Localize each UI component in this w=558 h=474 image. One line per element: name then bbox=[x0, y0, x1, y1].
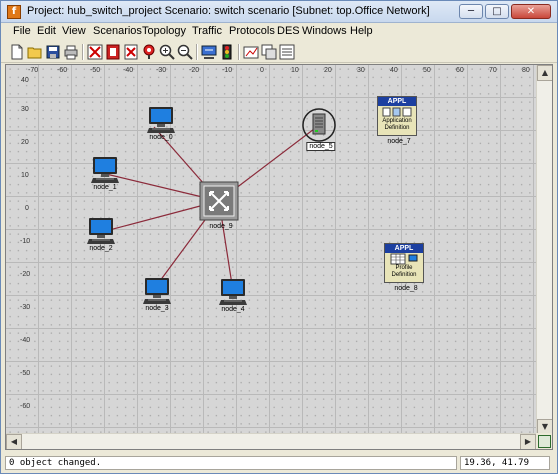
toolbar-separator bbox=[238, 44, 240, 60]
node-label: node_5 bbox=[306, 142, 336, 151]
window-title: Project: hub_switch_project Scenario: sw… bbox=[27, 5, 430, 17]
menu-view[interactable]: View bbox=[62, 25, 86, 37]
status-bar: 0 object changed. 19.36, 41.79 bbox=[1, 453, 557, 473]
app-def-line2: Definition bbox=[384, 125, 410, 131]
toolbar-separator bbox=[196, 44, 198, 60]
workstation-icon bbox=[219, 279, 247, 305]
close-button[interactable]: ✕ bbox=[511, 4, 551, 19]
scroll-left-button[interactable]: ◀ bbox=[6, 434, 22, 449]
run-simulation-icon[interactable] bbox=[201, 44, 217, 60]
workstation-node-0[interactable]: node_0 bbox=[146, 105, 176, 141]
node-label: node_3 bbox=[145, 305, 169, 312]
vertical-scrollbar[interactable]: ▲ ▼ bbox=[536, 65, 552, 435]
zoom-in-icon[interactable] bbox=[159, 44, 175, 60]
opnet-window: f Project: hub_switch_project Scenario: … bbox=[0, 0, 558, 474]
profile-def-line1: Profile bbox=[395, 265, 413, 271]
scroll-right-button[interactable]: ▶ bbox=[520, 434, 536, 449]
minimize-button[interactable]: ─ bbox=[459, 4, 483, 19]
menu-topology[interactable]: Topology bbox=[142, 25, 186, 37]
menu-help[interactable]: Help bbox=[350, 25, 373, 37]
switch-node-9[interactable]: node_9 bbox=[199, 181, 239, 230]
network-canvas[interactable]: -70 -60 -50 -40 -30 -20 -10 0 10 20 30 4… bbox=[6, 65, 536, 435]
save-icon[interactable] bbox=[45, 44, 61, 60]
menu-windows[interactable]: Windows bbox=[302, 25, 347, 37]
menu-edit[interactable]: Edit bbox=[37, 25, 56, 37]
message-log-icon[interactable] bbox=[538, 435, 551, 448]
menu-file[interactable]: File bbox=[13, 25, 31, 37]
view-results-icon[interactable] bbox=[219, 44, 235, 60]
status-message: 0 object changed. bbox=[5, 456, 457, 470]
server-node-5[interactable]: node_5 bbox=[301, 107, 337, 151]
menu-scenarios[interactable]: Scenarios bbox=[93, 25, 142, 37]
app-def-line1: Application bbox=[382, 118, 412, 124]
object-palette-icon[interactable] bbox=[87, 44, 103, 60]
horizontal-scrollbar[interactable]: ◀ ▶ bbox=[6, 433, 536, 449]
workstation-icon bbox=[147, 107, 175, 133]
close-graphs-icon[interactable] bbox=[261, 44, 277, 60]
print-icon[interactable] bbox=[63, 44, 79, 60]
cursor-coordinates: 19.36, 41.79 bbox=[460, 456, 550, 470]
toolbar-separator bbox=[82, 44, 84, 60]
application-definition-icon: APPL Application Definition bbox=[377, 96, 417, 136]
profile-definition-icon: APPL Profile Definition bbox=[384, 243, 424, 283]
workstation-icon bbox=[143, 278, 171, 304]
workstation-node-2[interactable]: node_2 bbox=[86, 216, 116, 252]
workstation-icon bbox=[87, 218, 115, 244]
new-icon[interactable] bbox=[9, 44, 25, 60]
compare-icon[interactable] bbox=[279, 44, 295, 60]
toolbar bbox=[1, 41, 557, 63]
hide-graphs-icon[interactable] bbox=[243, 44, 259, 60]
profile-definition-node-8[interactable]: APPL Profile Definition node_8 bbox=[384, 243, 424, 292]
appl-badge: APPL bbox=[378, 97, 416, 106]
title-bar[interactable]: f Project: hub_switch_project Scenario: … bbox=[1, 1, 557, 23]
menu-des[interactable]: DES bbox=[277, 25, 300, 37]
appl-badge: APPL bbox=[385, 244, 423, 253]
profile-def-line2: Definition bbox=[391, 272, 417, 278]
zoom-out-icon[interactable] bbox=[177, 44, 193, 60]
project-workspace: -70 -60 -50 -40 -30 -20 -10 0 10 20 30 4… bbox=[5, 64, 553, 450]
node-label: node_4 bbox=[221, 306, 245, 313]
node-label: node_8 bbox=[394, 285, 418, 292]
node-label: node_9 bbox=[209, 223, 233, 230]
menu-protocols[interactable]: Protocols bbox=[229, 25, 275, 37]
node-label: node_7 bbox=[387, 138, 411, 145]
link-layer bbox=[97, 125, 319, 292]
place-icon[interactable] bbox=[141, 44, 157, 60]
node-label: node_0 bbox=[149, 134, 173, 141]
workstation-node-4[interactable]: node_4 bbox=[218, 277, 248, 313]
workstation-node-3[interactable]: node_3 bbox=[142, 276, 172, 312]
configure-icon[interactable] bbox=[105, 44, 121, 60]
switch-icon bbox=[199, 181, 239, 221]
profile-glyphs-icon bbox=[390, 253, 418, 265]
node-label: node_1 bbox=[93, 184, 117, 191]
open-icon[interactable] bbox=[27, 44, 43, 60]
scroll-up-button[interactable]: ▲ bbox=[537, 65, 552, 81]
workstation-icon bbox=[91, 157, 119, 183]
menu-bar: File Edit View Scenarios Topology Traffi… bbox=[1, 23, 557, 41]
menu-traffic[interactable]: Traffic bbox=[192, 25, 222, 37]
scroll-corner bbox=[536, 433, 552, 449]
node-label: node_2 bbox=[89, 245, 113, 252]
app-icon: f bbox=[7, 5, 21, 19]
application-definition-node-7[interactable]: APPL Application Definition node_7 bbox=[377, 96, 417, 145]
workstation-node-1[interactable]: node_1 bbox=[90, 155, 120, 191]
app-glyphs-icon bbox=[382, 107, 412, 117]
maximize-button[interactable]: □ bbox=[485, 4, 509, 19]
remove-icon[interactable] bbox=[123, 44, 139, 60]
server-icon bbox=[302, 108, 336, 142]
